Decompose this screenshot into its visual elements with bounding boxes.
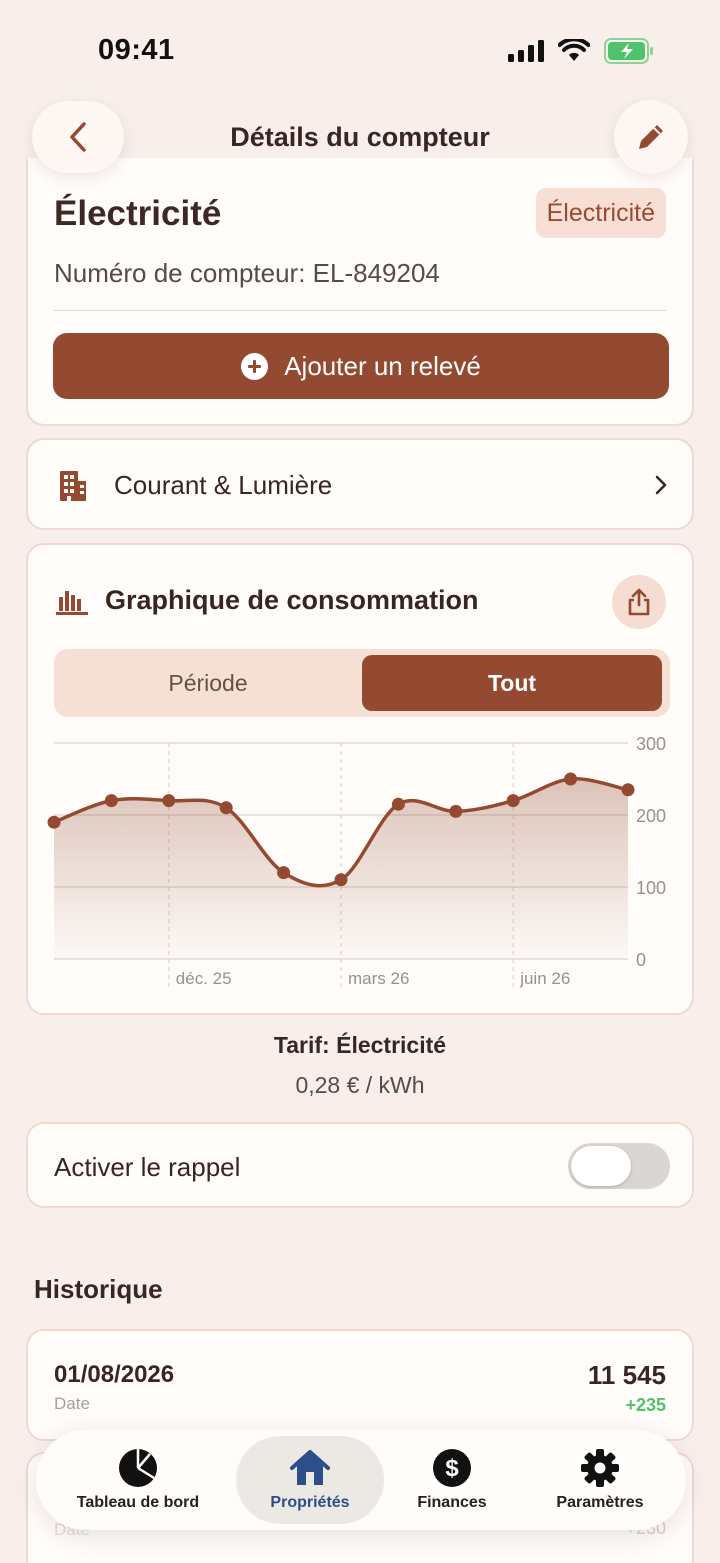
svg-text:$: $: [445, 1455, 459, 1482]
toggle-knob: [571, 1146, 631, 1186]
edit-button[interactable]: [614, 100, 688, 174]
status-time: 09:41: [98, 34, 175, 66]
history-title: Historique: [34, 1274, 163, 1304]
provider-row[interactable]: Courant & Lumière: [26, 438, 694, 530]
wifi-icon: [558, 39, 590, 61]
dollar-icon: $: [433, 1449, 471, 1487]
consumption-chart: 0 100 200 300 déc. 25 mars 26 juin 26: [47, 734, 666, 988]
tab-bar: Tableau de bord Propriétés $ Finances Pa: [36, 1430, 686, 1530]
y-tick-label: 300: [636, 734, 666, 754]
history-date-label: Date: [54, 1394, 90, 1413]
status-bar: 09:41: [0, 0, 720, 100]
data-point: [564, 772, 578, 786]
reminder-toggle[interactable]: [568, 1143, 670, 1189]
pencil-icon: [639, 125, 663, 149]
data-point: [506, 794, 520, 808]
tab-finances[interactable]: $ Finances: [406, 1430, 498, 1530]
data-point: [334, 873, 348, 887]
tab-label: Tableau de bord: [76, 1494, 200, 1511]
provider-name: Courant & Lumière: [114, 470, 333, 500]
house-icon: [290, 1450, 330, 1485]
tariff-title: Tarif: Électricité: [273, 1032, 447, 1058]
plus-circle-icon: [241, 352, 269, 380]
add-reading-label: Ajouter un relevé: [284, 350, 481, 381]
meter-number: Numéro de compteur: EL-849204: [54, 258, 440, 288]
tab-label: Paramètres: [556, 1494, 644, 1511]
x-tick-label: mars 26: [348, 969, 409, 988]
data-point: [621, 783, 635, 797]
data-point: [449, 804, 463, 818]
tariff-value: 0,28 € / kWh: [295, 1072, 425, 1098]
data-point: [277, 866, 291, 880]
y-tick-label: 200: [636, 806, 666, 826]
data-point: [162, 794, 176, 808]
page-title: Détails du compteur: [230, 122, 490, 152]
tab-label: Finances: [417, 1494, 487, 1511]
add-reading-button[interactable]: Ajouter un relevé: [53, 333, 669, 399]
battery-icon: [604, 38, 653, 64]
consumption-chart-card: Graphique de consommation Période Tout 0…: [26, 543, 694, 1015]
meter-name: Électricité: [54, 194, 222, 233]
reminder-label: Activer le rappel: [54, 1152, 241, 1182]
history-date: 01/08/2026: [54, 1361, 175, 1388]
history-value: 11 545: [587, 1360, 666, 1390]
signal-icon: [508, 40, 544, 62]
y-tick-label: 0: [636, 950, 646, 970]
history-delta: +235: [625, 1395, 666, 1415]
building-icon: [60, 471, 86, 501]
data-point: [219, 801, 233, 815]
gear-icon: [581, 1449, 619, 1487]
chart-area: [54, 778, 628, 959]
x-tick-label: déc. 25: [176, 969, 232, 988]
y-tick-label: 100: [636, 878, 666, 898]
meter-card: Électricité Électricité Numéro de compte…: [26, 158, 694, 426]
data-point: [104, 794, 118, 808]
data-point: [391, 797, 405, 811]
reminder-row: Activer le rappel: [26, 1122, 694, 1208]
pie-chart-icon: [119, 1449, 157, 1487]
data-point: [47, 815, 61, 829]
tab-dashboard[interactable]: Tableau de bord: [66, 1430, 210, 1530]
meter-type-badge: Électricité: [535, 188, 666, 238]
tab-label: Propriétés: [270, 1494, 350, 1511]
divider: [54, 310, 666, 311]
x-tick-label: juin 26: [519, 969, 570, 988]
tab-properties[interactable]: Propriétés: [236, 1436, 384, 1524]
status-icons: [508, 38, 654, 64]
chevron-right-icon: [655, 475, 667, 495]
history-item[interactable]: 01/08/2026 Date 11 545 +235: [26, 1329, 694, 1441]
tab-settings[interactable]: Paramètres: [546, 1430, 654, 1530]
